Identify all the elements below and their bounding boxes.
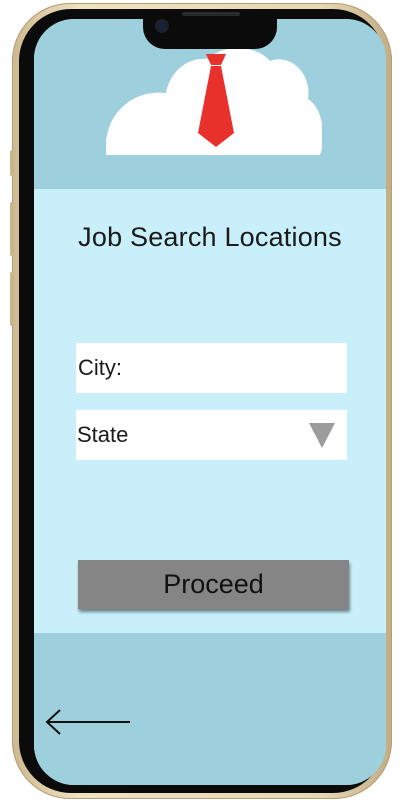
- state-select[interactable]: State: [76, 410, 347, 460]
- phone-volume-up: [10, 202, 14, 256]
- content-panel: Job Search Locations City: State Proceed: [34, 189, 386, 633]
- phone-silent-switch: [10, 150, 14, 176]
- left-arrow-icon[interactable]: [44, 707, 134, 737]
- speaker-grille: [182, 12, 240, 16]
- camera-icon: [157, 21, 167, 31]
- state-select-value: State: [77, 422, 129, 447]
- footer-band: [34, 633, 386, 785]
- city-field-label: City:: [78, 355, 122, 380]
- page-title: Job Search Locations: [78, 222, 342, 252]
- dropdown-triangle-icon: [309, 422, 335, 448]
- city-field[interactable]: City:: [76, 343, 347, 393]
- phone-notch: [143, 9, 277, 49]
- app-screen: Job Search Locations City: State Proceed: [34, 19, 386, 785]
- phone-volume-down: [10, 272, 14, 326]
- cloud-with-necktie-icon: [106, 47, 322, 155]
- proceed-button[interactable]: Proceed: [78, 560, 349, 609]
